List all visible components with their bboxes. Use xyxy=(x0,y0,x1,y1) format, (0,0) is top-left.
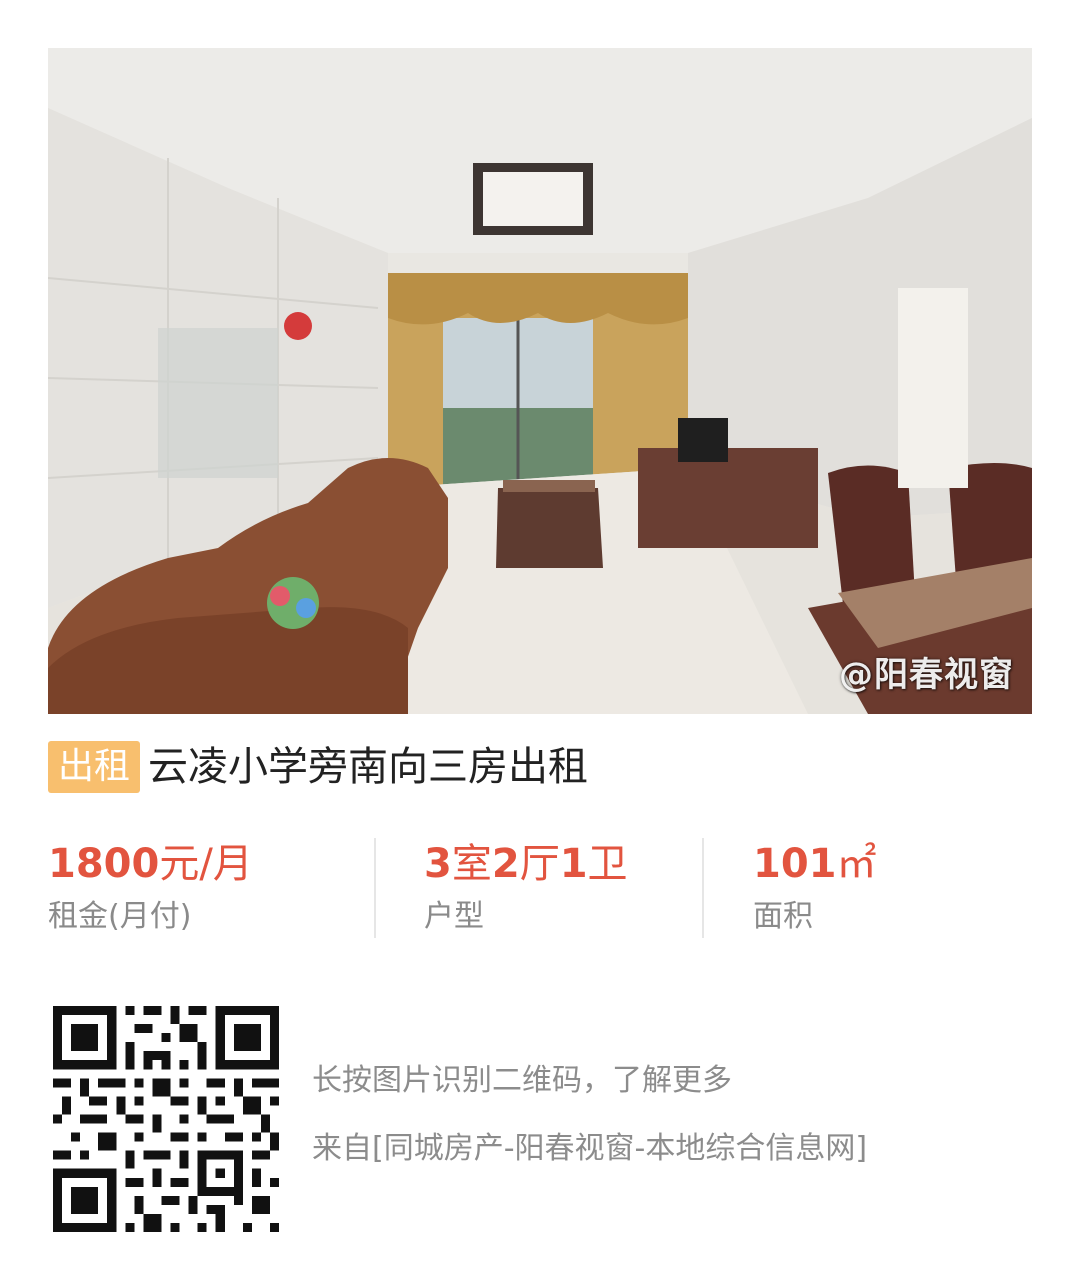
stat-rent: 1800元/月 租金(月付) xyxy=(48,838,253,940)
area-label: 面积 xyxy=(753,899,813,934)
listing-stats: 1800元/月 租金(月付) 3室2厅1卫 户型 101㎡ 面积 xyxy=(48,838,1032,938)
qr-hint: 长按图片识别二维码，了解更多 xyxy=(312,1063,732,1098)
listing-photo[interactable]: @阳春视窗 xyxy=(48,48,1032,714)
photo-watermark: @阳春视窗 xyxy=(839,655,1014,695)
rent-tag: 出租 xyxy=(48,741,141,793)
layout-value: 3室2厅1卫 xyxy=(424,841,628,887)
listing-card: @阳春视窗 出租 云凌小学旁南向三房出租 1800元/月 租金(月付) 3室2厅… xyxy=(0,0,1080,1287)
area-value: 101㎡ xyxy=(753,841,877,887)
stat-divider xyxy=(374,838,376,938)
stat-area: 101㎡ 面积 xyxy=(753,838,877,940)
living-room-image xyxy=(48,48,1032,714)
footer-text: 长按图片识别二维码，了解更多 来自[同城房产-阳春视窗-本地综合信息网] xyxy=(312,1058,867,1172)
listing-title-row: 出租 云凌小学旁南向三房出租 xyxy=(48,740,588,794)
layout-label: 户型 xyxy=(424,899,484,934)
rent-value: 1800元/月 xyxy=(48,841,253,887)
source-credit: 来自[同城房产-阳春视窗-本地综合信息网] xyxy=(312,1131,868,1166)
stat-divider xyxy=(702,838,704,938)
stat-layout: 3室2厅1卫 户型 xyxy=(424,838,628,940)
rent-label: 租金(月付) xyxy=(48,899,192,934)
listing-title: 云凌小学旁南向三房出租 xyxy=(148,744,589,790)
qr-code[interactable] xyxy=(52,1006,280,1232)
qr-code-icon xyxy=(53,1006,279,1232)
